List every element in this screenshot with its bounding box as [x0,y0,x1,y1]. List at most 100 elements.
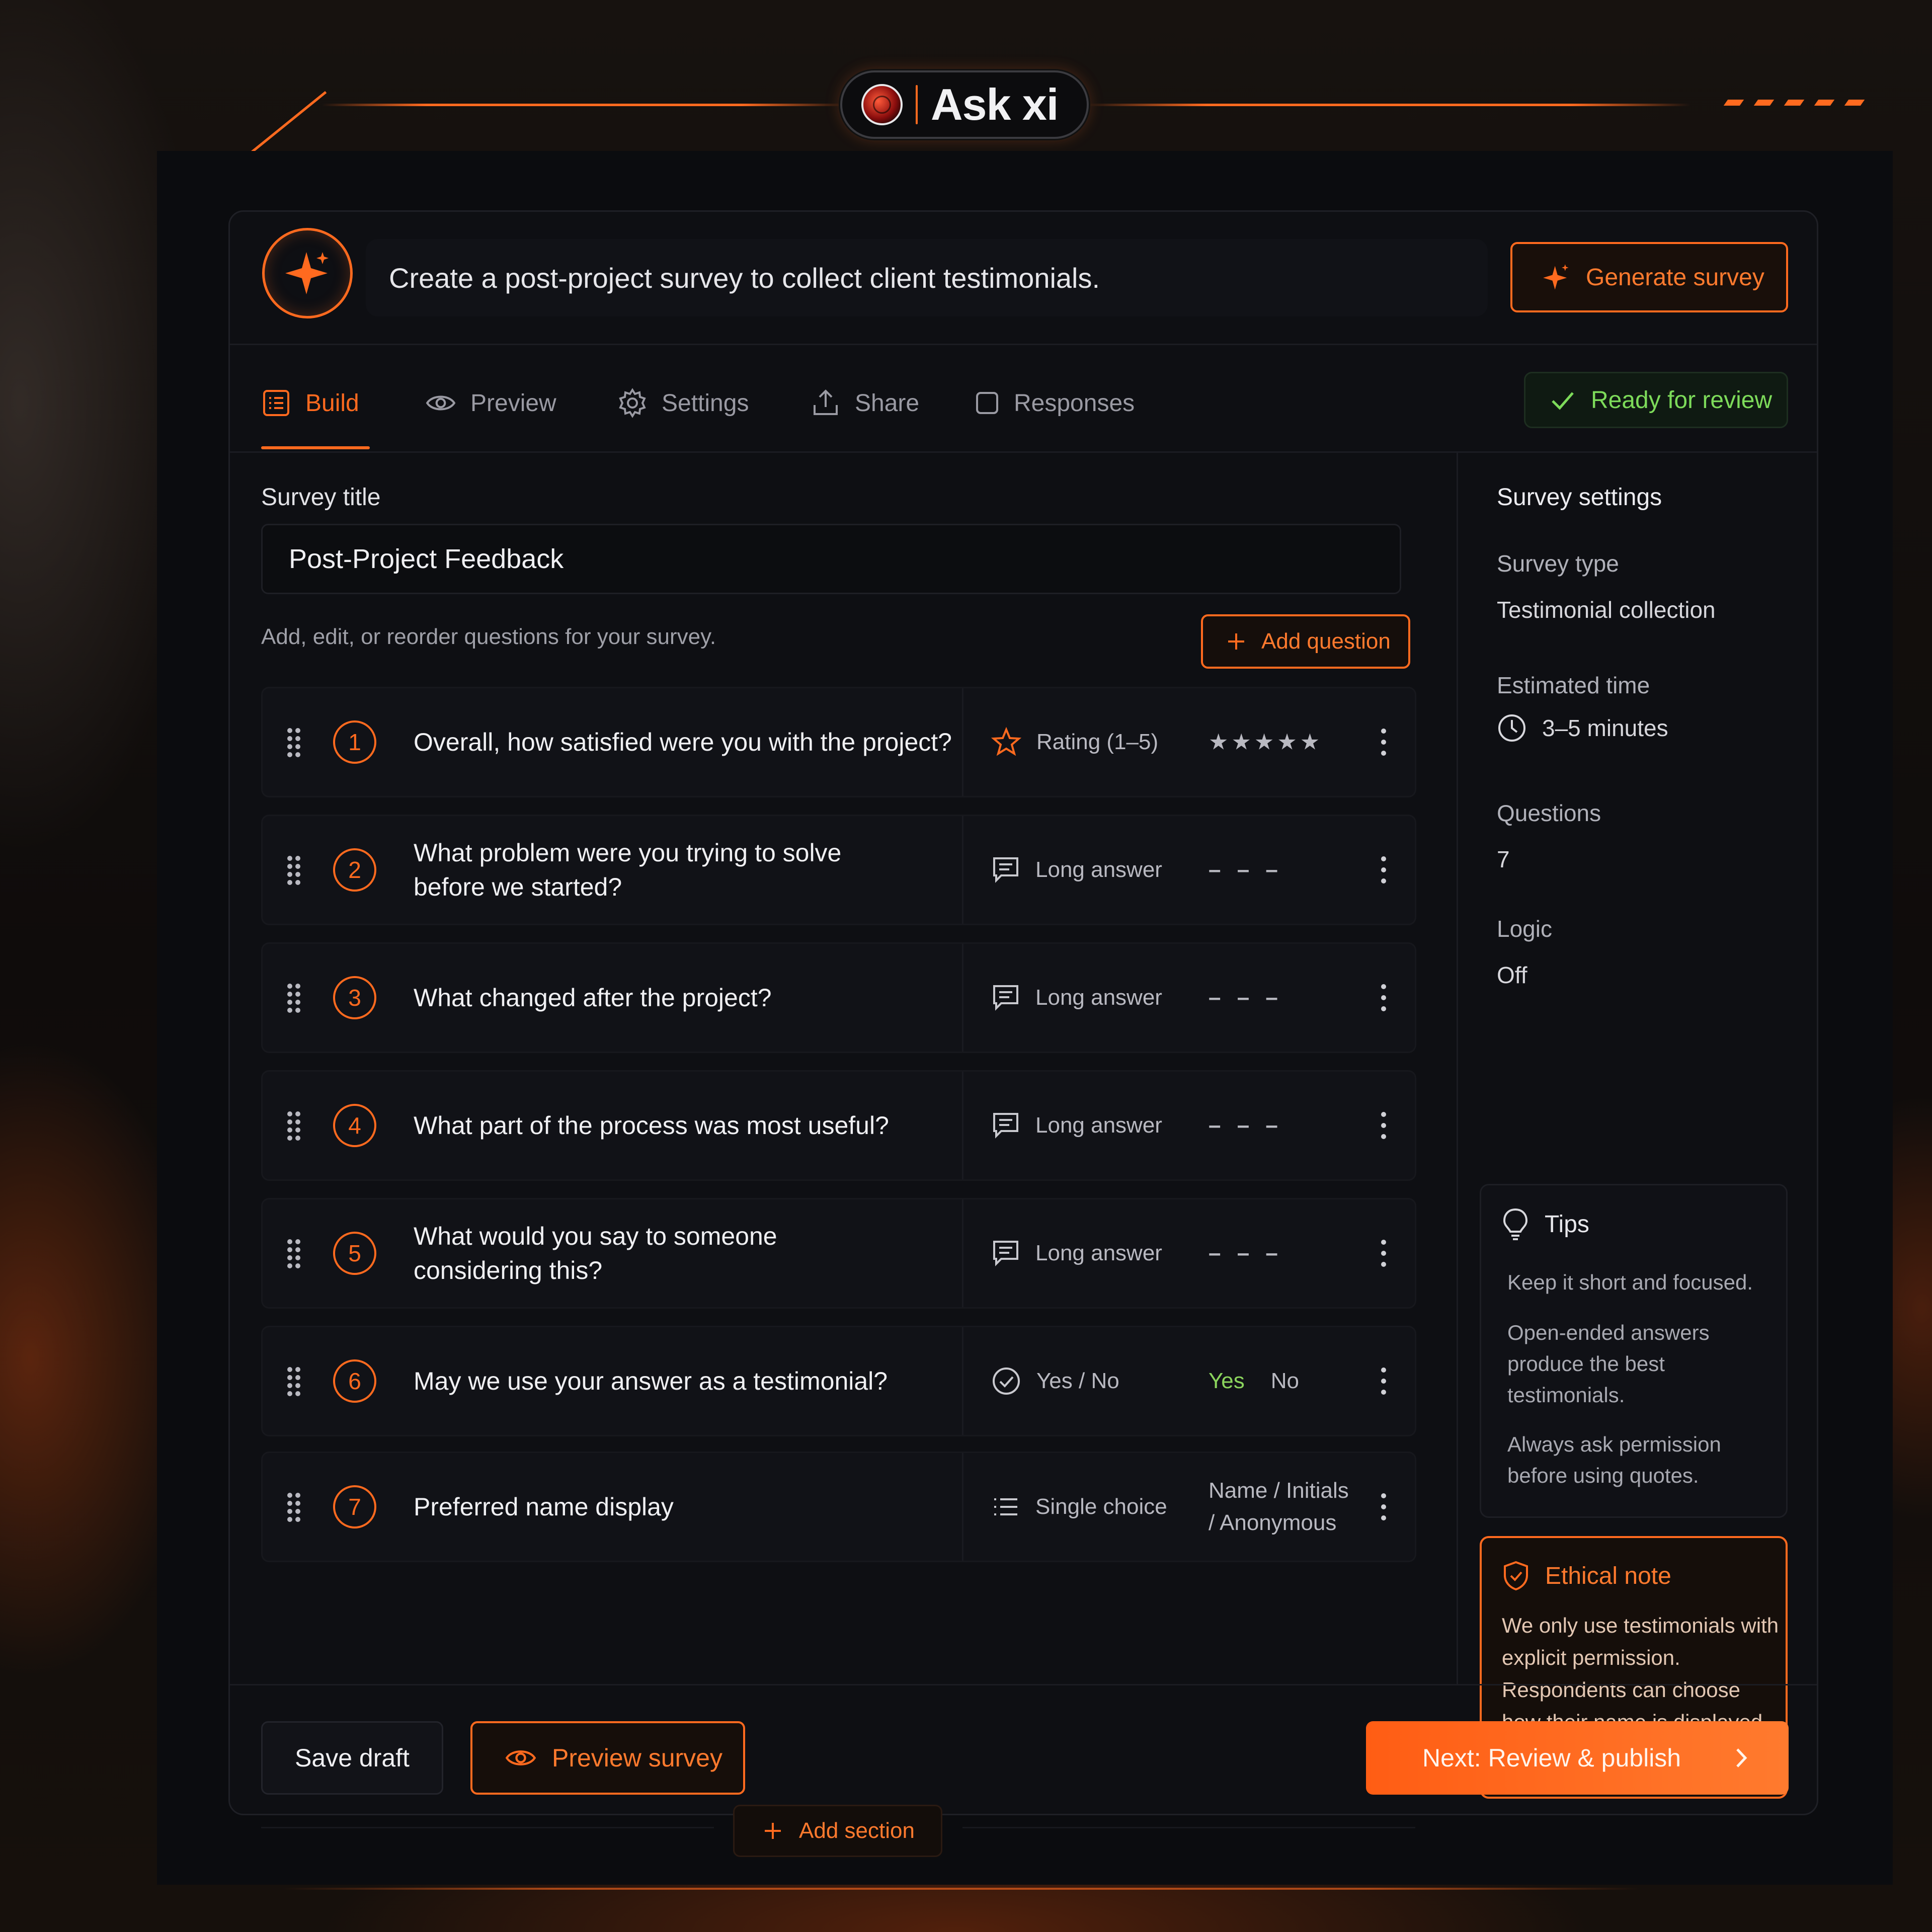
app-badge[interactable]: Ask xi [840,70,1089,139]
survey-type-label: Survey type [1497,550,1619,577]
add-section-label: Add section [799,1818,915,1843]
tab-responses[interactable]: Responses [975,383,1135,423]
status-badge: Ready for review [1524,372,1788,428]
question-text[interactable]: Overall, how satisfied were you with the… [414,725,957,759]
more-options-icon[interactable] [1380,1492,1388,1522]
frame-accent-diagonal [251,91,327,153]
question-row[interactable]: 1 Overall, how satisfied were you with t… [261,687,1416,797]
question-type[interactable]: Rating (1–5) [991,727,1158,757]
save-draft-button[interactable]: Save draft [261,1721,443,1795]
tab-preview[interactable]: Preview [425,383,556,423]
settings-heading: Survey settings [1497,484,1662,511]
tip-item: Open-ended answers produce the best test… [1507,1321,1710,1407]
question-type-label: Long answer [1035,1113,1162,1138]
drag-handle-icon[interactable] [285,1110,303,1141]
add-question-button[interactable]: Add question [1201,614,1410,669]
drag-handle-icon[interactable] [285,1491,303,1522]
question-row[interactable]: 4 What part of the process was most usef… [261,1070,1416,1181]
tip-item: Keep it short and focused. [1507,1270,1753,1294]
question-type[interactable]: Long answer [991,855,1162,884]
row-separator [962,1199,963,1307]
add-section-button[interactable]: Add section [733,1805,942,1857]
question-type[interactable]: Long answer [991,983,1162,1012]
status-label: Ready for review [1591,386,1773,414]
more-options-icon[interactable] [1380,983,1388,1013]
question-type[interactable]: Yes / No [991,1366,1119,1396]
question-number: 6 [333,1359,376,1403]
gear-icon [619,388,646,418]
choice-preview: Name / Initials / Anonymous [1209,1478,1349,1535]
question-text[interactable]: May we use your answer as a testimonial? [414,1364,947,1398]
tab-share[interactable]: Share [811,383,919,423]
survey-builder-card: Create a post-project survey to collect … [228,210,1818,1857]
textbox-icon [993,1241,1018,1266]
eye-icon [426,395,456,411]
question-row[interactable]: 2 What problem were you trying to solve … [261,815,1416,925]
more-options-icon[interactable] [1380,727,1388,757]
survey-type-value: Testimonial collection [1497,597,1716,623]
drag-handle-icon[interactable] [285,982,303,1013]
yes-no-preview: Yes No [1209,1369,1299,1394]
logic-label: Logic [1497,916,1552,942]
lightbulb-icon [1503,1208,1528,1240]
active-tab-indicator [261,446,370,449]
row-separator [962,1072,963,1179]
question-type[interactable]: Long answer [991,1239,1162,1268]
answer-preview: – – – [1209,1241,1283,1265]
check-icon [1552,392,1574,410]
answer-preview: – – – [1209,1113,1283,1138]
estimated-time-value: 3–5 minutes [1497,713,1668,743]
question-type-label: Yes / No [1036,1369,1119,1393]
builder-hint: Add, edit, or reorder questions for your… [261,624,716,649]
question-row[interactable]: 7 Preferred name display Single choice N… [261,1452,1416,1562]
question-number: 5 [333,1232,376,1275]
add-question-label: Add question [1261,629,1391,654]
drag-handle-icon[interactable] [285,727,303,758]
eye-icon [505,1750,536,1765]
plus-icon [1228,633,1244,650]
question-type[interactable]: Single choice [991,1492,1167,1521]
question-row[interactable]: 5 What would you say to someone consider… [261,1198,1416,1309]
question-row[interactable]: 3 What changed after the project? Long a… [261,942,1416,1053]
estimated-time-text: 3–5 minutes [1542,715,1668,741]
more-options-icon[interactable] [1380,1110,1388,1141]
question-type-label: Long answer [1035,857,1162,882]
clock-icon [1498,714,1525,742]
question-row[interactable]: 6 May we use your answer as a testimonia… [261,1326,1416,1436]
question-type[interactable]: Long answer [991,1111,1162,1140]
drag-handle-icon[interactable] [285,1238,303,1269]
questions-count-label: Questions [1497,800,1601,826]
generate-survey-button[interactable]: Generate survey [1510,242,1788,312]
tab-build[interactable]: Build [261,383,359,423]
preview-survey-button[interactable]: Preview survey [470,1721,745,1795]
preview-survey-label: Preview survey [552,1744,722,1772]
textbox-icon [993,1113,1018,1139]
star-icon [991,727,1021,756]
plus-icon [765,1823,781,1839]
logic-value: Off [1497,962,1527,988]
generate-survey-label: Generate survey [1586,264,1764,291]
drag-handle-icon[interactable] [285,1365,303,1397]
prompt-input[interactable]: Create a post-project survey to collect … [366,239,1488,316]
survey-title-input[interactable]: Post-Project Feedback [261,524,1401,594]
question-text[interactable]: What problem were you trying to solve be… [414,836,866,904]
logo-icon [861,84,903,125]
app-window: Create a post-project survey to collect … [157,151,1893,1885]
more-options-icon[interactable] [1380,1238,1388,1268]
more-options-icon[interactable] [1380,855,1388,885]
shield-check-icon [1504,1561,1528,1591]
question-text[interactable]: What changed after the project? [414,981,947,1015]
more-options-icon[interactable] [1380,1366,1388,1396]
row-separator [962,688,963,796]
question-text[interactable]: What would you say to someone considerin… [414,1219,816,1287]
ai-sparkle-icon [262,228,353,318]
frame-dash [1784,100,1805,106]
question-text[interactable]: Preferred name display [414,1490,947,1524]
drag-handle-icon[interactable] [285,854,303,886]
question-text[interactable]: What part of the process was most useful… [414,1108,947,1143]
tab-settings[interactable]: Settings [617,383,749,423]
divider [230,1684,1817,1685]
next-review-publish-button[interactable]: Next: Review & publish [1366,1721,1789,1795]
divider [230,451,1817,453]
textbox-icon [993,985,1018,1011]
